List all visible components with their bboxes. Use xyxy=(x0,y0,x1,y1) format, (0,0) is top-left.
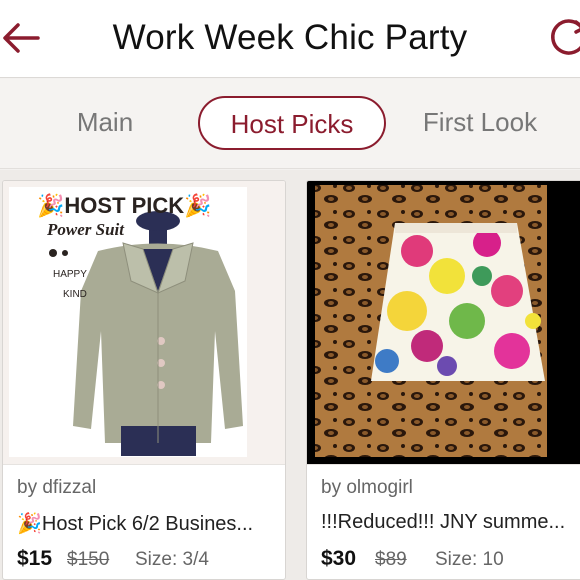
tab-host-picks[interactable]: Host Picks xyxy=(198,96,386,150)
listing-card[interactable]: by olmogirl !!!Reduced!!! JNY summe... $… xyxy=(306,180,580,580)
listing-title[interactable]: !!!Reduced!!! JNY summe... xyxy=(321,511,580,534)
tab-bar: Main Host Picks First Look xyxy=(0,79,580,169)
listing-size: Size: 3/4 xyxy=(135,549,209,570)
listing-title[interactable]: 🎉Host Pick 6/2 Busines... xyxy=(17,511,285,536)
listing-size: Size: 10 xyxy=(435,549,504,570)
seller-byline[interactable]: by dfizzal xyxy=(17,477,96,499)
seller-byline[interactable]: by olmogirl xyxy=(321,477,413,499)
tab-first-look[interactable]: First Look xyxy=(410,96,550,150)
listing-info: by olmogirl !!!Reduced!!! JNY summe... $… xyxy=(307,464,580,579)
overlay-happy: HAPPY xyxy=(53,269,87,280)
tab-main[interactable]: Main xyxy=(60,96,150,150)
page-title: Work Week Chic Party xyxy=(112,18,468,57)
listing-grid: 🎉HOST PICK🎉 Power Suit HAPPY KIND by dfi… xyxy=(0,170,580,580)
header-bar: Work Week Chic Party xyxy=(0,0,580,78)
overlay-power-suit: Power Suit xyxy=(46,220,125,239)
listing-price: $15 xyxy=(17,547,53,570)
refresh-icon[interactable] xyxy=(546,14,580,60)
listing-price: $30 xyxy=(321,547,357,570)
listing-photo[interactable] xyxy=(307,181,580,464)
overlay-host-pick: 🎉HOST PICK🎉 xyxy=(37,193,212,219)
listing-photo[interactable]: 🎉HOST PICK🎉 Power Suit HAPPY KIND xyxy=(3,181,285,464)
overlay-kind: KIND xyxy=(63,289,87,300)
listing-card[interactable]: 🎉HOST PICK🎉 Power Suit HAPPY KIND by dfi… xyxy=(2,180,286,580)
listing-original-price: $89 xyxy=(375,549,407,570)
listing-original-price: $150 xyxy=(67,549,110,570)
listing-info: by dfizzal 🎉Host Pick 6/2 Busines... $15… xyxy=(3,464,285,579)
